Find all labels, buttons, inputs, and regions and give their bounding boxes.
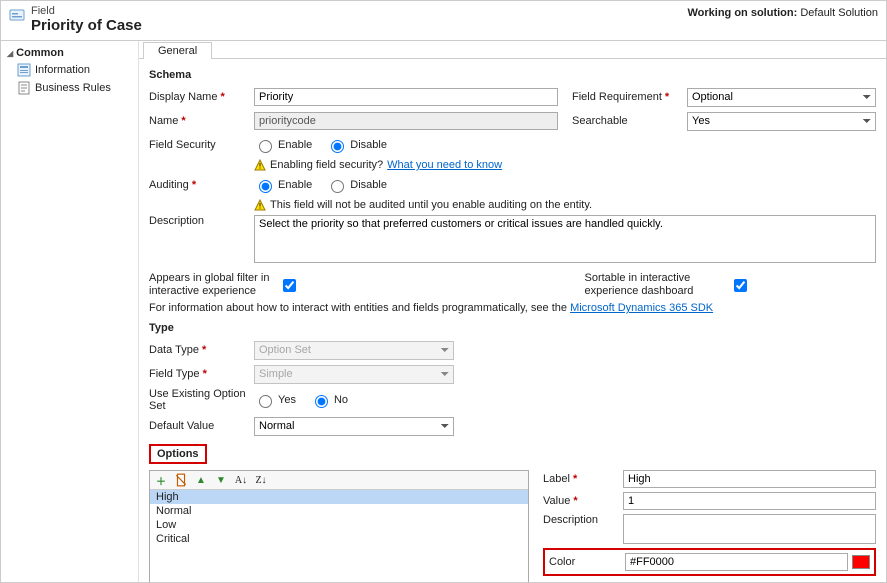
option-color-row: Color	[543, 548, 876, 576]
warning-icon	[254, 159, 266, 171]
label-option-description: Description	[543, 514, 623, 526]
rules-icon	[17, 81, 31, 95]
field-requirement-select[interactable]: Optional	[687, 88, 876, 107]
sdk-link[interactable]: Microsoft Dynamics 365 SDK	[570, 302, 713, 314]
global-filter-checkbox[interactable]	[283, 279, 296, 292]
sidebar-item-information[interactable]: Information	[7, 61, 132, 79]
option-description-textarea[interactable]	[623, 514, 876, 544]
page-title: Priority of Case	[31, 17, 142, 34]
solution-context: Working on solution: Default Solution	[687, 5, 878, 19]
section-options: Options	[149, 444, 207, 464]
tab-general[interactable]: General	[143, 42, 212, 59]
label-searchable: Searchable	[572, 115, 687, 127]
label-description: Description	[149, 215, 254, 227]
auditing-warning: This field will not be audited until you…	[149, 199, 876, 211]
label-data-type: Data Type	[149, 344, 254, 356]
security-info-link[interactable]: What you need to know	[387, 159, 502, 171]
security-warning: Enabling field security? What you need t…	[149, 159, 876, 171]
options-toolbar: ＋ ▲ ▼ A↓ Z↓	[150, 471, 528, 490]
option-item[interactable]: Low	[150, 518, 528, 532]
label-default-value: Default Value	[149, 420, 254, 432]
option-item[interactable]: Critical	[150, 532, 528, 546]
label-field-security: Field Security	[149, 139, 254, 151]
sidebar-item-business-rules[interactable]: Business Rules	[7, 79, 132, 97]
name-input	[254, 112, 558, 130]
auditing-enable[interactable]: Enable	[254, 177, 312, 193]
delete-option-button[interactable]	[174, 473, 188, 487]
add-option-button[interactable]: ＋	[154, 473, 168, 487]
color-swatch[interactable]	[852, 555, 870, 569]
label-auditing: Auditing	[149, 179, 254, 191]
option-item[interactable]: Normal	[150, 504, 528, 518]
data-type-select: Option Set	[254, 341, 454, 360]
label-display-name: Display Name	[149, 91, 254, 103]
entity-type-label: Field	[31, 5, 142, 17]
option-color-input[interactable]	[625, 553, 848, 571]
label-field-requirement: Field Requirement	[572, 91, 687, 103]
sdk-info-line: For information about how to interact wi…	[149, 302, 876, 314]
sidebar-item-label: Information	[35, 64, 90, 76]
label-option-label: Label	[543, 473, 623, 485]
field-security-enable[interactable]: Enable	[254, 137, 312, 153]
window-header: Field Priority of Case Working on soluti…	[1, 1, 886, 41]
sidebar-item-label: Business Rules	[35, 82, 111, 94]
label-option-color: Color	[549, 556, 625, 568]
use-existing-no[interactable]: No	[310, 392, 348, 408]
searchable-select[interactable]: Yes	[687, 112, 876, 131]
warning-icon	[254, 199, 266, 211]
field-type-select: Simple	[254, 365, 454, 384]
info-icon	[17, 63, 31, 77]
description-textarea[interactable]	[254, 215, 876, 263]
tab-strip: General	[139, 41, 886, 59]
sidebar-group-common[interactable]: Common	[7, 45, 132, 61]
label-name: Name	[149, 115, 254, 127]
default-value-select[interactable]: Normal	[254, 417, 454, 436]
sortable-checkbox[interactable]	[734, 279, 747, 292]
sort-asc-button[interactable]: A↓	[234, 473, 248, 487]
move-down-button[interactable]: ▼	[214, 473, 228, 487]
label-use-existing: Use Existing Option Set	[149, 388, 254, 412]
display-name-input[interactable]	[254, 88, 558, 106]
section-type: Type	[149, 322, 876, 334]
options-listbox: ＋ ▲ ▼ A↓ Z↓ High Normal Low	[149, 470, 529, 582]
label-global-filter: Appears in global filter in interactive …	[149, 272, 279, 298]
label-sortable: Sortable in interactive experience dashb…	[585, 272, 730, 298]
move-up-button[interactable]: ▲	[194, 473, 208, 487]
option-properties: Label Value Description Color	[543, 470, 876, 576]
option-item[interactable]: High	[150, 490, 528, 504]
option-value-input[interactable]	[623, 492, 876, 510]
field-icon	[9, 7, 25, 23]
sort-desc-button[interactable]: Z↓	[254, 473, 268, 487]
field-security-disable[interactable]: Disable	[326, 137, 387, 153]
label-option-value: Value	[543, 495, 623, 507]
use-existing-yes[interactable]: Yes	[254, 392, 296, 408]
auditing-disable[interactable]: Disable	[326, 177, 387, 193]
section-schema: Schema	[149, 69, 876, 81]
label-field-type: Field Type	[149, 368, 254, 380]
option-label-input[interactable]	[623, 470, 876, 488]
sidebar: Common Information Business Rules	[1, 41, 139, 582]
